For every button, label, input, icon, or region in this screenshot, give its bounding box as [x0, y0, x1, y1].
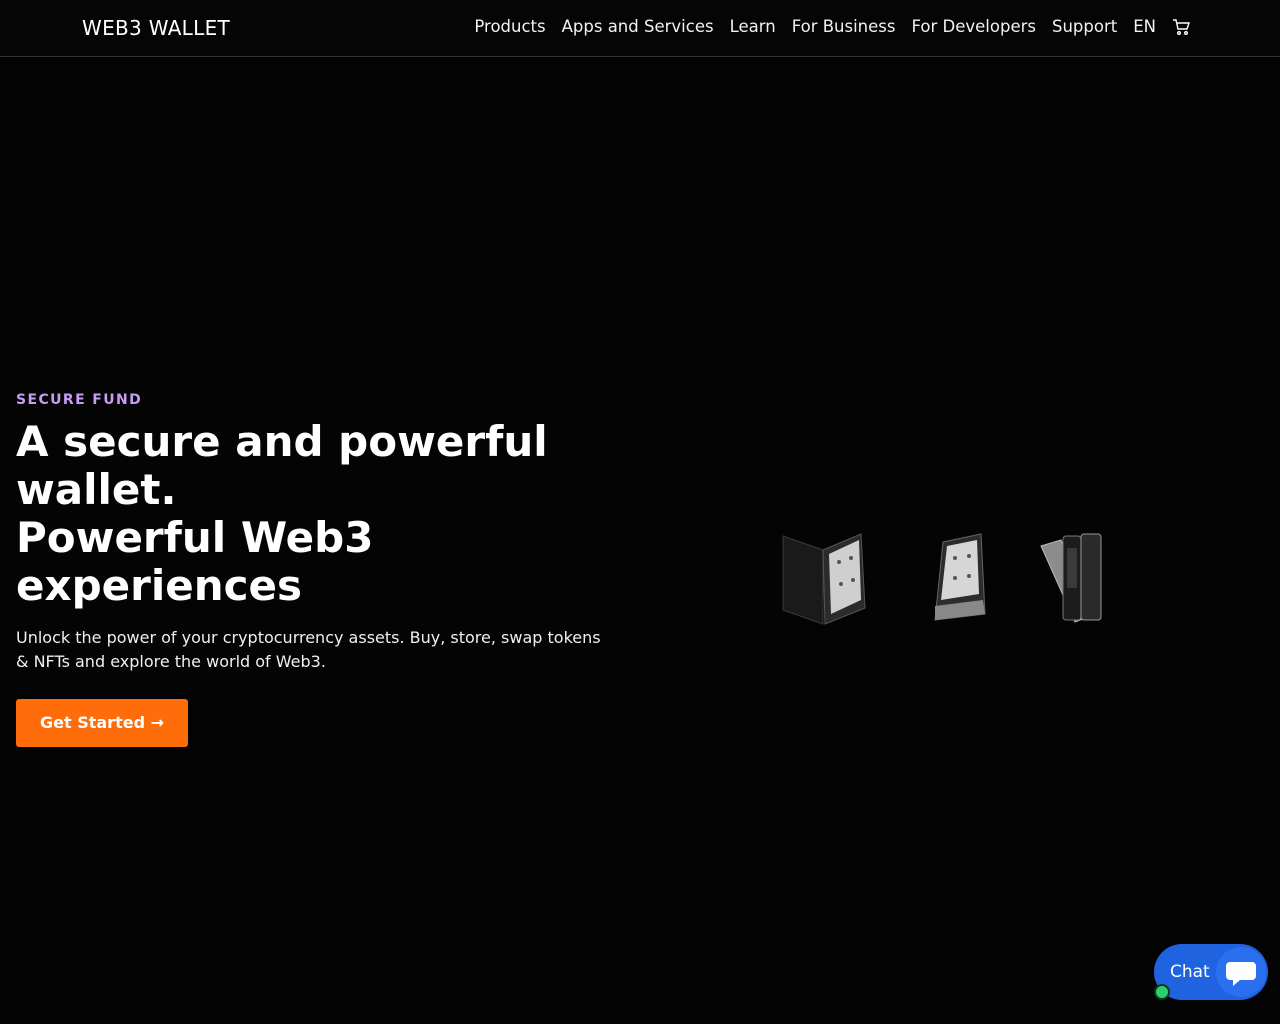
chat-bubble-icon	[1216, 947, 1266, 997]
main-nav: Products Apps and Services Learn For Bus…	[474, 17, 1190, 36]
get-started-button[interactable]: Get Started →	[16, 699, 188, 747]
brand-logo[interactable]: WEB3 WALLET	[82, 16, 230, 40]
cart-icon[interactable]	[1172, 18, 1190, 36]
touchscreen-wallet-device	[934, 533, 986, 621]
hero-headline-line-1: A secure and powerful wallet.	[16, 417, 548, 514]
hero-headline-line-2: Powerful Web3 experiences	[16, 513, 374, 610]
nav-learn[interactable]: Learn	[730, 17, 776, 36]
language-selector[interactable]: EN	[1133, 17, 1156, 36]
hardware-wallets-image	[775, 528, 1115, 628]
chat-widget-button[interactable]: Chat	[1154, 944, 1268, 1000]
nav-support[interactable]: Support	[1052, 17, 1117, 36]
usb-stick-wallet-device	[1040, 533, 1102, 623]
hero-subtitle: Unlock the power of your cryptocurrency …	[16, 628, 601, 671]
hero-section: SECURE FUND A secure and powerful wallet…	[16, 392, 636, 747]
hero-headline: A secure and powerful wallet. Powerful W…	[16, 418, 636, 610]
online-status-dot	[1154, 984, 1170, 1000]
top-navigation-bar: WEB3 WALLET Products Apps and Services L…	[0, 0, 1280, 57]
folding-wallet-device	[782, 533, 866, 625]
chat-label: Chat	[1170, 962, 1210, 982]
hero-eyebrow: SECURE FUND	[16, 392, 143, 408]
nav-for-developers[interactable]: For Developers	[912, 17, 1036, 36]
nav-apps-and-services[interactable]: Apps and Services	[562, 17, 714, 36]
nav-for-business[interactable]: For Business	[792, 17, 896, 36]
nav-products[interactable]: Products	[474, 17, 545, 36]
